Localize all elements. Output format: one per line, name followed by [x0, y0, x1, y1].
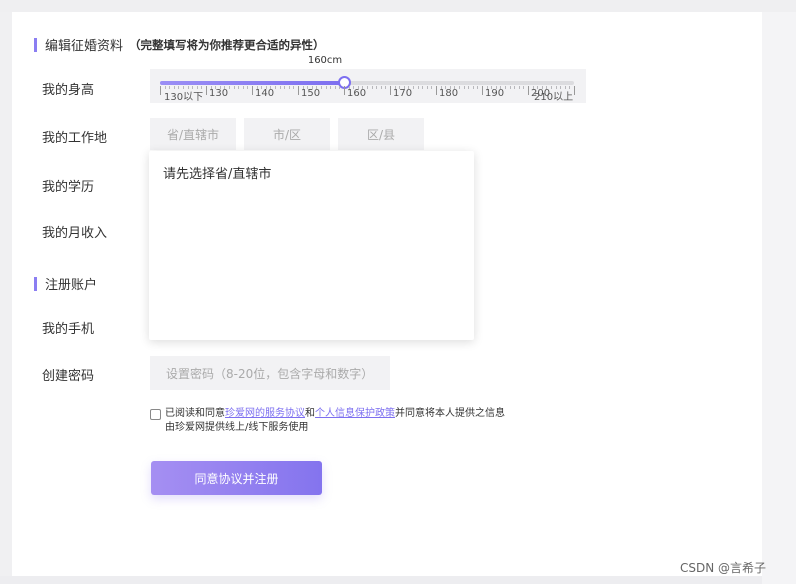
slider-major-tick	[390, 86, 391, 95]
slider-major-tick	[206, 86, 207, 95]
slider-major-tick	[482, 86, 483, 95]
slider-minor-tick	[422, 86, 424, 89]
slider-minor-tick	[459, 86, 460, 89]
slider-minor-tick	[426, 86, 428, 89]
privacy-policy-link[interactable]: 个人信息保护政策	[315, 408, 395, 419]
slider-minor-tick	[242, 86, 244, 89]
slider-minor-tick	[367, 86, 368, 89]
slider-minor-tick	[279, 86, 281, 89]
slider-tick-label: 180	[439, 88, 459, 99]
section-note: （完整填写将为你推荐更合适的异性）	[129, 37, 325, 52]
slider-tick-label: 130	[209, 88, 229, 99]
label-phone: 我的手机	[42, 322, 95, 337]
slider-major-tick	[252, 86, 253, 95]
slider-minor-tick	[385, 86, 387, 89]
right-strip	[762, 12, 796, 584]
agreement-line2: 由珍爱网提供线上/线下服务使用	[165, 422, 309, 433]
slider-minor-tick	[233, 86, 235, 89]
dropdown-hint: 请先选择省/直辖市	[163, 167, 272, 182]
slider-minor-tick	[330, 86, 332, 89]
slider-major-tick	[436, 86, 437, 95]
slider-tick-label: 210以上	[534, 92, 574, 103]
slider-major-tick	[528, 86, 529, 95]
province-dropdown-panel: 请先选择省/直辖市	[149, 151, 474, 340]
section-title-account: 注册账户	[34, 274, 97, 293]
slider-minor-tick	[463, 86, 465, 89]
agreement-suffix: 并同意将本人提供之信息	[395, 408, 505, 419]
slider-major-tick	[344, 86, 345, 95]
slider-minor-tick	[321, 86, 322, 89]
slider-minor-tick	[238, 86, 240, 89]
label-password: 创建密码	[42, 369, 95, 384]
height-slider-fill	[160, 81, 344, 85]
slider-tick-label: 190	[485, 88, 505, 99]
agree-register-button[interactable]: 同意协议并注册	[151, 461, 322, 495]
slider-minor-tick	[325, 86, 327, 89]
slider-minor-tick	[371, 86, 373, 89]
section-title-text: 注册账户	[45, 278, 98, 293]
section-accent-bar	[34, 276, 37, 291]
password-input[interactable]: 设置密码（8-20位，包含字母和数字）	[150, 356, 390, 390]
label-work-location: 我的工作地	[42, 131, 108, 146]
label-height: 我的身高	[42, 83, 95, 98]
slider-minor-tick	[229, 86, 230, 89]
slider-minor-tick	[505, 86, 506, 89]
slider-minor-tick	[380, 86, 382, 89]
slider-minor-tick	[417, 86, 419, 89]
slider-major-tick	[160, 86, 161, 95]
slider-minor-tick	[293, 86, 295, 89]
slider-minor-tick	[288, 86, 290, 89]
agreement-and: 和	[305, 408, 315, 419]
slider-minor-tick	[468, 86, 470, 89]
slider-minor-tick	[284, 86, 286, 89]
slider-tick-label: 140	[255, 88, 275, 99]
slider-minor-tick	[247, 86, 249, 89]
slider-tick-label: 130以下	[164, 92, 204, 103]
height-slider-value: 160cm	[307, 55, 343, 66]
slider-minor-tick	[509, 86, 511, 89]
district-select[interactable]: 区/县	[338, 118, 424, 150]
section-accent-bar	[34, 37, 37, 52]
slider-minor-tick	[275, 86, 276, 89]
slider-minor-tick	[431, 86, 433, 89]
bottom-line	[0, 576, 762, 584]
section-title-text: 编辑征婚资料	[45, 39, 124, 54]
slider-minor-tick	[376, 86, 378, 89]
service-agreement-link[interactable]: 珍爱网的服务协议	[225, 408, 305, 419]
label-income: 我的月收入	[42, 226, 108, 241]
slider-minor-tick	[472, 86, 474, 89]
agreement-checkbox[interactable]	[150, 409, 161, 420]
slider-major-tick	[298, 86, 299, 95]
slider-minor-tick	[339, 86, 341, 89]
label-education: 我的学历	[42, 180, 95, 195]
slider-minor-tick	[413, 86, 414, 89]
city-select[interactable]: 市/区	[244, 118, 330, 150]
province-select[interactable]: 省/直辖市	[150, 118, 236, 150]
watermark: CSDN @言希子	[680, 561, 767, 575]
slider-minor-tick	[518, 86, 520, 89]
slider-minor-tick	[523, 86, 525, 89]
section-title-profile: 编辑征婚资料 （完整填写将为你推荐更合适的异性）	[34, 35, 325, 54]
agreement-text: 已阅读和同意珍爱网的服务协议和个人信息保护政策并同意将本人提供之信息 由珍爱网提…	[165, 407, 505, 435]
slider-tick-label: 150	[301, 88, 321, 99]
slider-major-tick	[574, 86, 575, 95]
slider-minor-tick	[477, 86, 479, 89]
agreement-prefix: 已阅读和同意	[165, 408, 225, 419]
top-bar	[0, 0, 796, 12]
slider-tick-label: 170	[393, 88, 413, 99]
slider-tick-label: 160	[347, 88, 367, 99]
slider-minor-tick	[334, 86, 336, 89]
height-slider-track[interactable]	[160, 81, 574, 85]
slider-minor-tick	[514, 86, 516, 89]
